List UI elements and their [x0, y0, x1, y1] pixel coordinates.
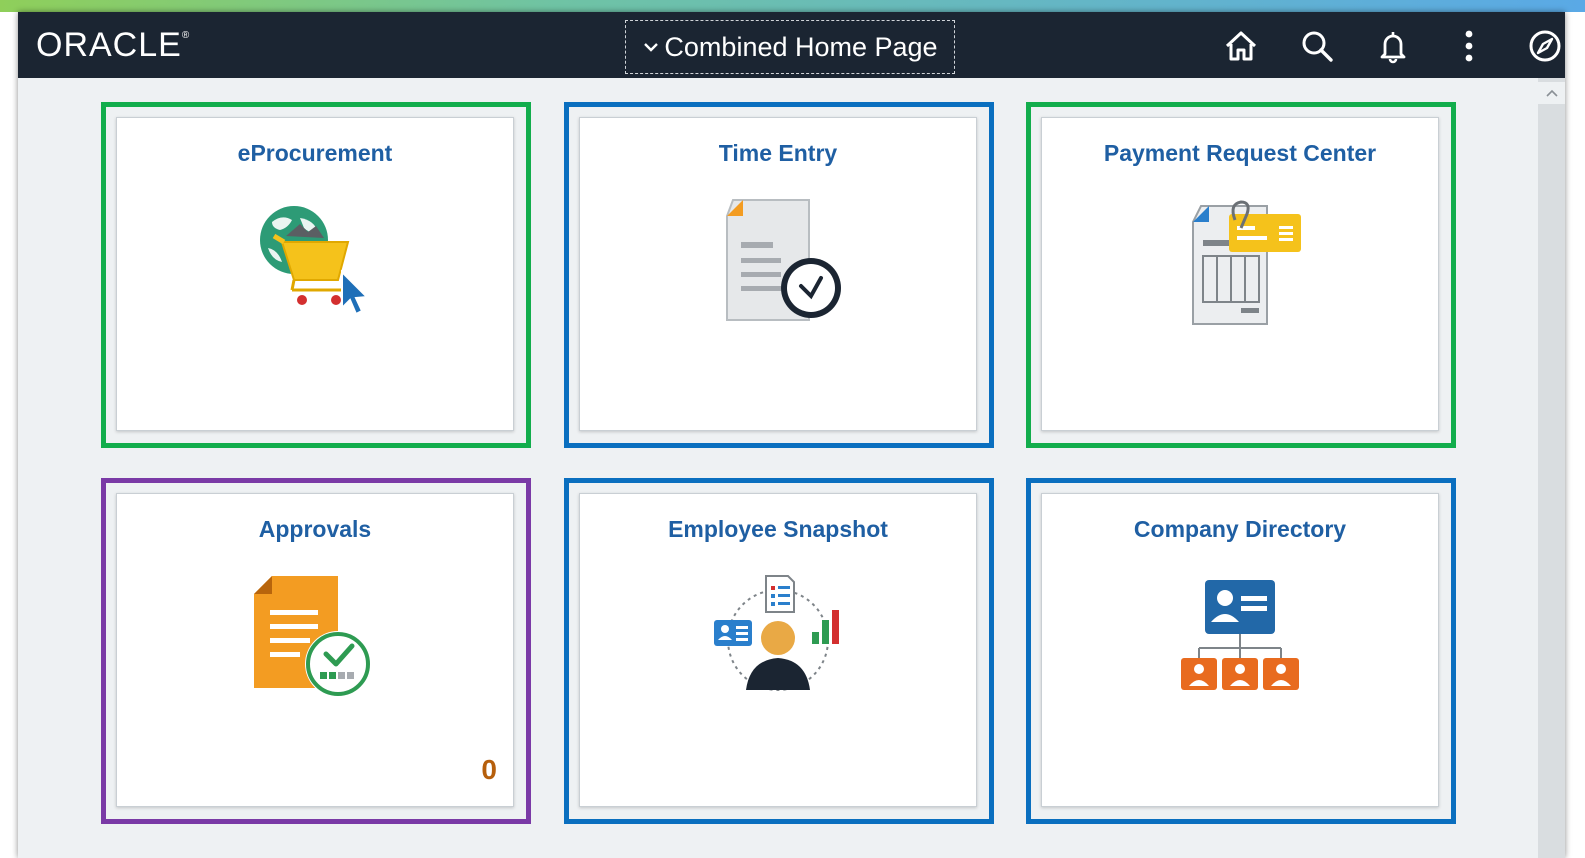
tile-title: Employee Snapshot	[668, 516, 888, 542]
tile-payment-request-center[interactable]: Payment Request Center	[1041, 117, 1439, 431]
logo-mark: ®	[181, 30, 191, 41]
more-options-icon[interactable]	[1449, 26, 1489, 66]
company-directory-icon	[1175, 572, 1305, 707]
tile-approvals[interactable]: Approvals 0	[116, 493, 514, 807]
highlight-frame-payment-request-center: Payment Request Center	[1026, 102, 1456, 448]
app-window: ORACLE® Combined Home Page eProcurement …	[18, 12, 1565, 858]
approvals-icon	[250, 572, 380, 707]
bell-icon[interactable]	[1373, 26, 1413, 66]
chevron-down-icon	[642, 38, 660, 56]
highlight-frame-employee-snapshot: Employee Snapshot	[564, 478, 994, 824]
approvals-count-badge: 0	[481, 754, 497, 785]
page-title: Combined Home Page	[664, 31, 938, 62]
payment-request-icon	[1175, 196, 1305, 331]
home-icon[interactable]	[1221, 26, 1261, 66]
tile-employee-snapshot[interactable]: Employee Snapshot	[579, 493, 977, 807]
tile-title: Approvals	[258, 516, 372, 542]
header-banner: ORACLE® Combined Home Page	[18, 12, 1565, 78]
eprocurement-icon	[250, 196, 380, 331]
employee-snapshot-icon	[708, 572, 848, 707]
tile-title: Company Directory	[1133, 516, 1347, 542]
tile-company-directory[interactable]: Company Directory	[1041, 493, 1439, 807]
oracle-logo: ORACLE®	[36, 26, 190, 65]
tile-title: Time Entry	[718, 140, 838, 166]
page-selector[interactable]: Combined Home Page	[625, 20, 955, 74]
top-accent-strip	[0, 0, 1585, 12]
tile-title: eProcurement	[237, 140, 393, 166]
tile-title: Payment Request Center	[1103, 140, 1377, 166]
time-entry-icon	[713, 196, 843, 331]
highlight-frame-approvals: Approvals 0	[101, 478, 531, 824]
tile-eprocurement[interactable]: eProcurement	[116, 117, 514, 431]
logo-text: ORACLE	[36, 26, 182, 64]
highlight-frame-eprocurement: eProcurement	[101, 102, 531, 448]
vertical-scrollbar[interactable]	[1538, 78, 1565, 858]
highlight-frame-time-entry: Time Entry	[564, 102, 994, 448]
highlight-frame-company-directory: Company Directory	[1026, 478, 1456, 824]
scroll-up-arrow-icon[interactable]	[1538, 82, 1565, 104]
navbar-icon[interactable]	[1525, 26, 1565, 66]
search-icon[interactable]	[1297, 26, 1337, 66]
tile-time-entry[interactable]: Time Entry	[579, 117, 977, 431]
